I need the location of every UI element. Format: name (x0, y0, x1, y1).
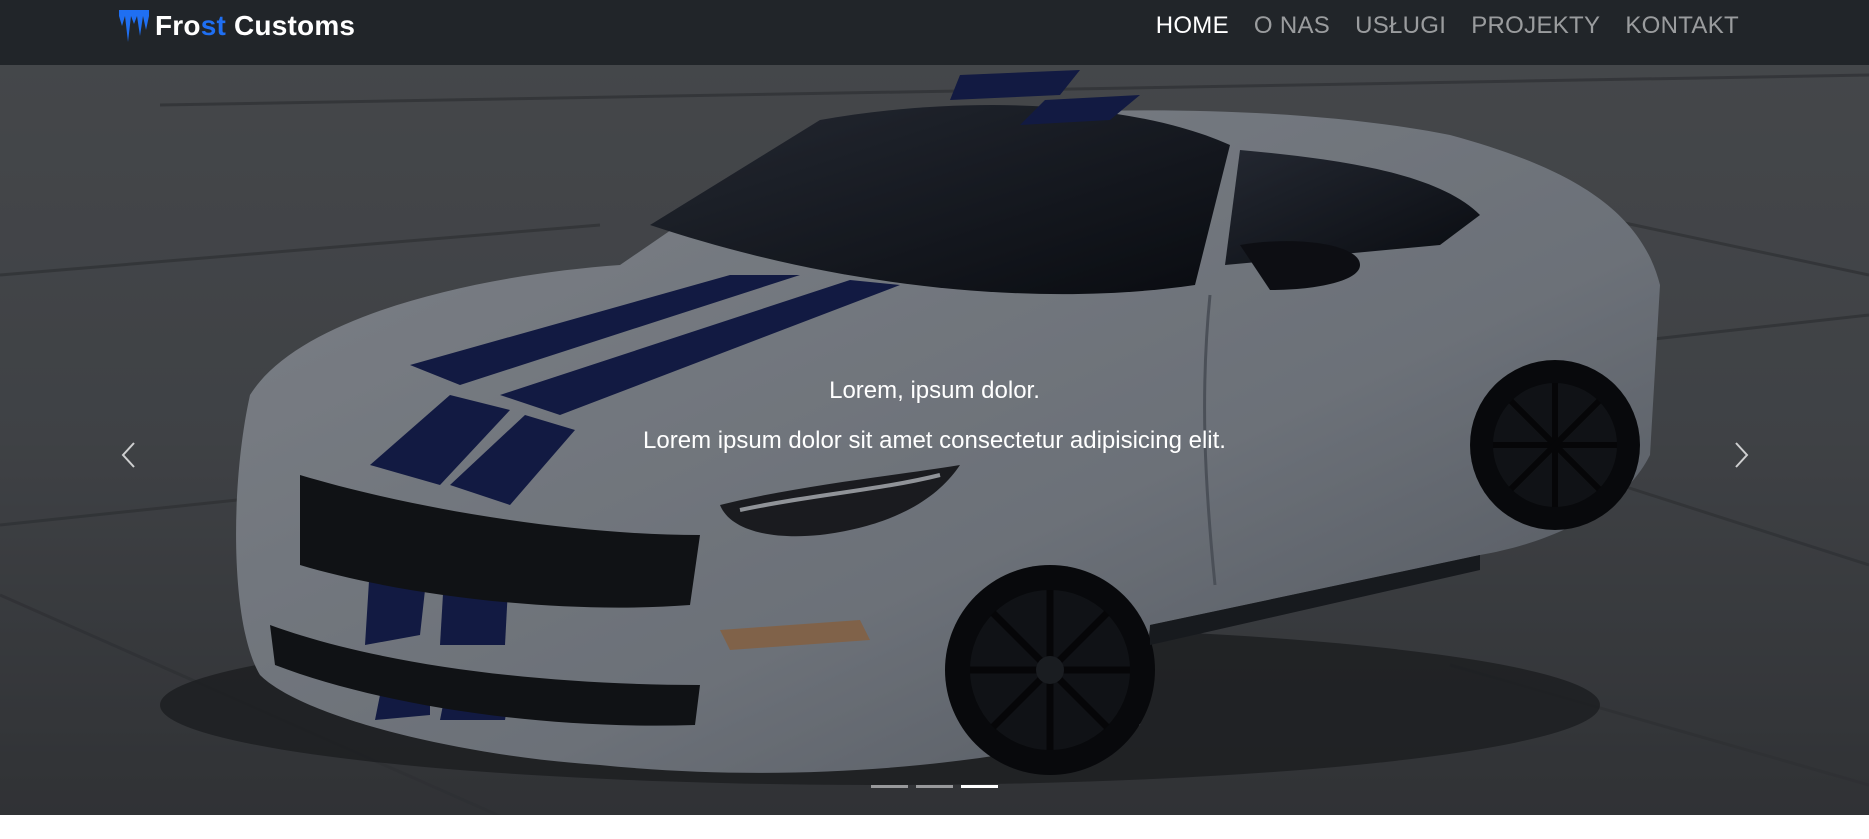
nav-menu: HOME O NAS USŁUGI PROJEKTY KONTAKT (1131, 0, 1739, 52)
nav-link-projekty[interactable]: PROJEKTY (1471, 12, 1600, 39)
carousel-indicator-2[interactable] (916, 785, 953, 788)
nav-item-kontakt: KONTAKT (1625, 12, 1739, 40)
nav-item-o-nas: O NAS (1254, 12, 1330, 40)
brand-name: Frost Customs (155, 10, 355, 42)
nav-item-home: HOME (1156, 12, 1229, 40)
hero-caption-text: Lorem ipsum dolor sit amet consectetur a… (643, 427, 1226, 454)
brand-link[interactable]: Frost Customs (119, 8, 355, 44)
carousel-indicators (0, 785, 1869, 788)
nav-link-uslugi[interactable]: USŁUGI (1355, 12, 1446, 39)
chevron-right-icon (1735, 442, 1749, 468)
nav-item-projekty: PROJEKTY (1471, 12, 1600, 40)
nav-link-home[interactable]: HOME (1156, 12, 1229, 39)
nav-item-uslugi: USŁUGI (1355, 12, 1446, 40)
brand-name-part3: Customs (226, 10, 356, 41)
nav-link-o-nas[interactable]: O NAS (1254, 12, 1330, 39)
carousel-prev-button[interactable] (108, 425, 148, 485)
hero-caption-title: Lorem, ipsum dolor. (829, 377, 1040, 404)
carousel-next-button[interactable] (1722, 425, 1762, 485)
hero-caption: Lorem, ipsum dolor. Lorem ipsum dolor si… (0, 375, 1869, 457)
top-navbar: Frost Customs HOME O NAS USŁUGI PROJEKTY… (0, 0, 1869, 65)
icicle-logo-icon (119, 10, 149, 42)
hero-carousel: Lorem, ipsum dolor. Lorem ipsum dolor si… (0, 65, 1869, 815)
nav-link-kontakt[interactable]: KONTAKT (1625, 12, 1739, 39)
brand-name-part1: Fro (155, 10, 201, 41)
carousel-indicator-3[interactable] (961, 785, 998, 788)
carousel-indicator-1[interactable] (871, 785, 908, 788)
chevron-left-icon (121, 442, 135, 468)
brand-name-accent: st (200, 10, 227, 41)
